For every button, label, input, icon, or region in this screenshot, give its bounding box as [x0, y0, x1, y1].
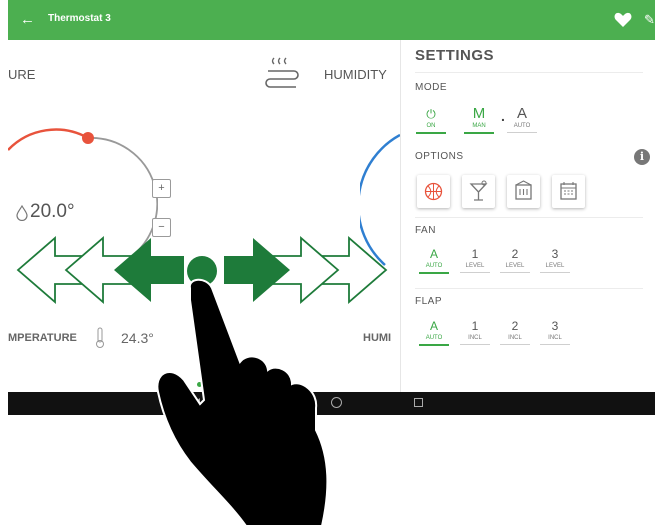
hand-pointer-icon [156, 278, 329, 526]
swipe-right-arrows-icon [224, 236, 388, 304]
swipe-left-arrows-icon [16, 236, 184, 304]
swipe-gesture-overlay [16, 236, 388, 526]
